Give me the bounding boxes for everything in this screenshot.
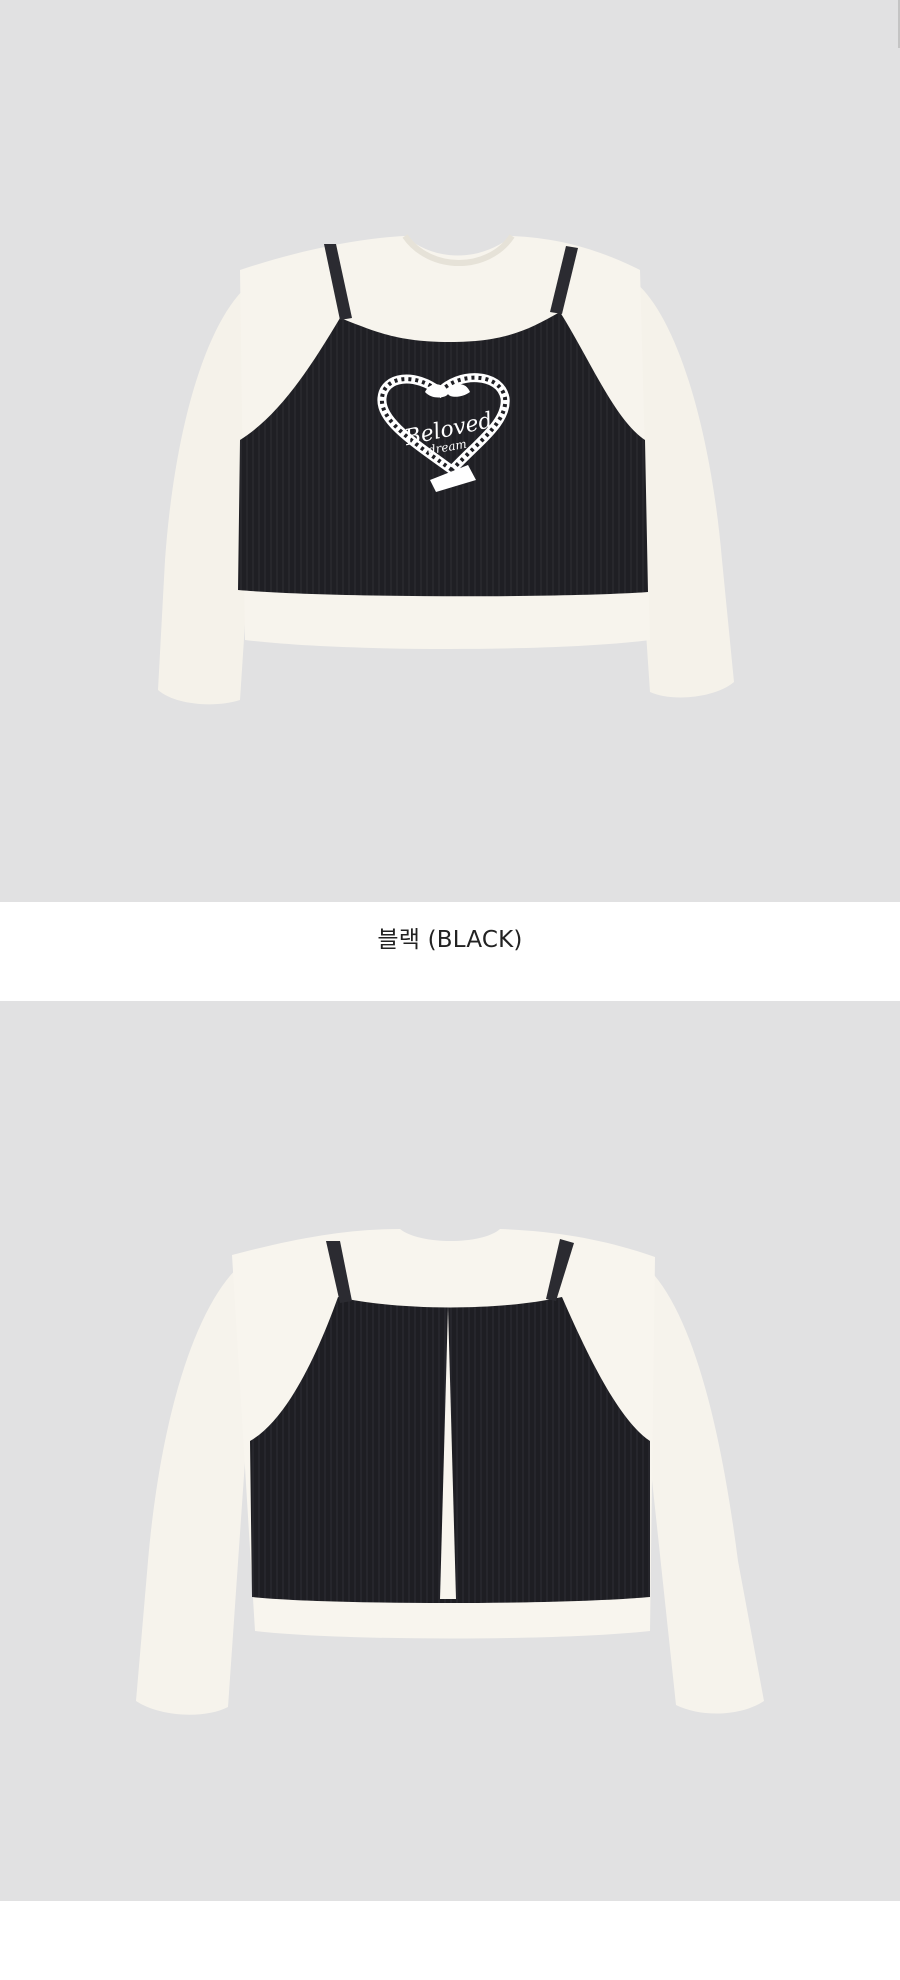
color-caption: 블랙 (BLACK): [377, 927, 523, 953]
bottom-spacer: [0, 1901, 900, 1980]
color-caption-area: 블랙 (BLACK): [0, 902, 900, 1001]
left-sleeve: [136, 1261, 245, 1715]
front-garment-illustration: Beloved dream: [158, 234, 734, 705]
product-photo-back: [0, 1001, 900, 1901]
back-garment-illustration: [136, 1229, 764, 1715]
product-photo-front: Beloved dream: [0, 0, 900, 902]
right-sleeve: [640, 1261, 764, 1714]
